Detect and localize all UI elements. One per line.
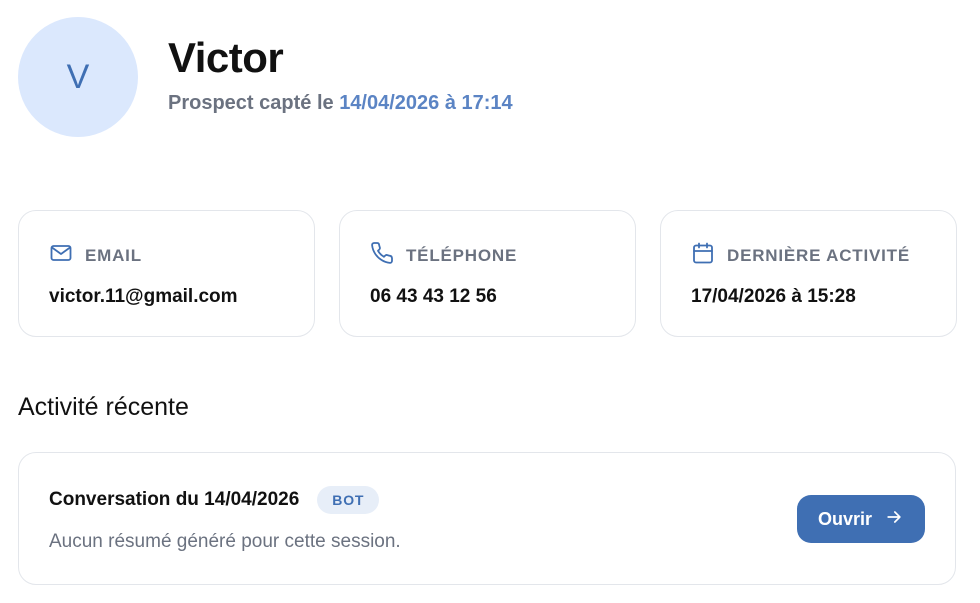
- phone-label: TÉLÉPHONE: [406, 245, 518, 265]
- profile-header-text: Victor Prospect capté le 14/04/2026 à 17…: [168, 35, 513, 114]
- activity-description: Aucun résumé généré pour cette session.: [49, 531, 401, 552]
- activity-item-header: Conversation du 14/04/2026 BOT: [49, 486, 380, 514]
- phone-icon: [370, 241, 394, 270]
- avatar: V: [18, 17, 138, 137]
- phone-value: 06 43 43 12 56: [370, 286, 497, 307]
- subtitle-prefix: Prospect capté le: [168, 91, 334, 114]
- last-activity-card: DERNIÈRE ACTIVITÉ 17/04/2026 à 15:28: [660, 210, 957, 337]
- profile-header: V Victor Prospect capté le 14/04/2026 à …: [18, 17, 513, 137]
- recent-activity-title: Activité récente: [18, 393, 189, 421]
- open-button[interactable]: Ouvrir: [797, 495, 925, 543]
- phone-card: TÉLÉPHONE 06 43 43 12 56: [339, 210, 636, 337]
- arrow-right-icon: [872, 507, 904, 532]
- bot-badge: BOT: [317, 486, 380, 514]
- info-cards: EMAIL victor.11@gmail.com TÉLÉPHONE 06 4…: [18, 210, 957, 337]
- captured-date: 14/04/2026 à 17:14: [339, 91, 513, 114]
- activity-title: Conversation du 14/04/2026: [49, 489, 300, 510]
- last-activity-value: 17/04/2026 à 15:28: [691, 286, 856, 307]
- email-card-header: EMAIL: [49, 241, 284, 270]
- last-activity-card-header: DERNIÈRE ACTIVITÉ: [691, 241, 926, 270]
- last-activity-label: DERNIÈRE ACTIVITÉ: [727, 245, 910, 265]
- profile-subtitle: Prospect capté le 14/04/2026 à 17:14: [168, 92, 513, 115]
- lead-profile-page: V Victor Prospect capté le 14/04/2026 à …: [0, 0, 980, 603]
- calendar-icon: [691, 241, 715, 270]
- profile-name: Victor: [168, 34, 284, 82]
- open-button-label: Ouvrir: [817, 508, 873, 529]
- activity-item: Conversation du 14/04/2026 BOT Aucun rés…: [18, 452, 956, 585]
- email-value: victor.11@gmail.com: [49, 286, 238, 307]
- mail-icon: [49, 241, 73, 270]
- email-label: EMAIL: [85, 245, 142, 265]
- phone-card-header: TÉLÉPHONE: [370, 241, 605, 270]
- email-card: EMAIL victor.11@gmail.com: [18, 210, 315, 337]
